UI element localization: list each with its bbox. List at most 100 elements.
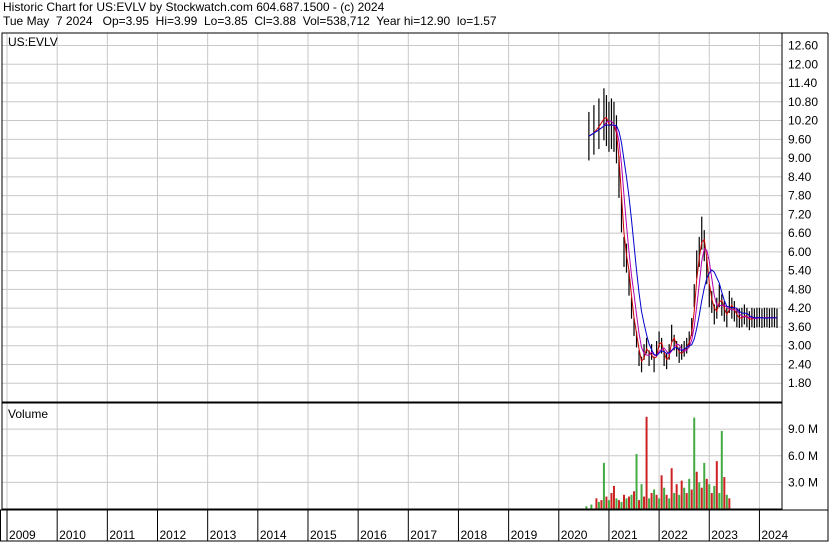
year-tick-label: 2016	[360, 528, 387, 542]
volume-tick-label: 3.0 M	[788, 475, 818, 489]
volume-bar	[685, 493, 688, 509]
price-tick-label: 8.40	[788, 170, 812, 184]
volume-bar	[600, 500, 603, 509]
year-tick-label: 2009	[9, 528, 36, 542]
volume-bar	[695, 471, 698, 509]
volume-bar	[597, 501, 600, 509]
year-tick-label: 2018	[460, 528, 487, 542]
volume-bar	[698, 482, 701, 509]
volume-bar	[715, 461, 718, 509]
year-tick-label: 2011	[109, 528, 135, 542]
year-tick-label: 2020	[561, 528, 588, 542]
volume-bar	[635, 454, 638, 509]
volume-bar	[633, 491, 636, 509]
year-tick-label: 2017	[410, 528, 437, 542]
volume-bar	[683, 487, 686, 509]
price-tick-label: 3.60	[788, 320, 812, 334]
volume-tick-label: 6.0 M	[788, 449, 818, 463]
volume-bar	[630, 494, 633, 509]
volume-bar	[690, 489, 693, 509]
volume-bar	[655, 494, 658, 509]
volume-bar	[708, 484, 711, 509]
year-tick-label: 2023	[711, 528, 738, 542]
year-tick-label: 2019	[511, 528, 538, 542]
price-tick-label: 7.20	[788, 207, 812, 221]
volume-bar	[658, 498, 661, 509]
price-tick-label: 4.80	[788, 282, 812, 296]
volume-bar	[688, 478, 691, 509]
year-tick-label: 2010	[59, 528, 86, 542]
price-tick-label: 6.00	[788, 245, 812, 259]
volume-bar	[713, 485, 716, 509]
year-tick-label: 2013	[210, 528, 237, 542]
price-tick-label: 2.40	[788, 357, 812, 371]
volume-bar	[602, 462, 605, 509]
volume-bar	[720, 430, 723, 509]
price-panel-frame	[1, 32, 783, 403]
price-panel-label: US:EVLV	[8, 35, 58, 49]
price-tick-label: 10.20	[788, 114, 818, 128]
price-tick-label: 5.40	[788, 264, 812, 278]
volume-bar	[678, 494, 681, 509]
price-tick-label: 6.60	[788, 226, 812, 240]
volume-bar	[628, 496, 631, 509]
volume-bar	[705, 478, 708, 509]
volume-bar	[617, 500, 620, 509]
volume-bar	[693, 417, 696, 509]
volume-bar	[610, 493, 613, 509]
volume-tick-label: 9.0 M	[788, 422, 818, 436]
volume-bar	[653, 489, 656, 509]
price-tick-label: 7.80	[788, 189, 812, 203]
stock-chart: 12.60 12.00 11.40 10.80 10.20 9.60 9.00 8.40 7.8…	[0, 32, 829, 542]
price-tick-label: 12.60	[788, 39, 818, 53]
volume-bar	[703, 462, 706, 509]
moving-averages	[588, 116, 778, 363]
price-tick-label: 3.00	[788, 339, 812, 353]
volume-bar	[643, 496, 646, 509]
ma-long-line	[588, 124, 778, 357]
volume-panel-label: Volume	[8, 407, 48, 421]
volume-bar	[650, 493, 653, 509]
ma-mid-line	[588, 120, 778, 357]
year-tick-label: 2024	[761, 528, 788, 542]
volume-bar	[638, 500, 641, 509]
price-tick-label: 1.80	[788, 376, 812, 390]
year-tick-label: 2014	[260, 528, 287, 542]
volume-bar	[723, 477, 726, 509]
volume-bar	[625, 498, 628, 509]
volume-bar	[605, 496, 608, 509]
volume-bar	[728, 498, 731, 509]
ma-short-line	[588, 116, 778, 363]
volume-bar	[660, 475, 663, 509]
price-tick-label: 11.40	[788, 76, 817, 90]
volume-bars	[585, 416, 731, 509]
volume-bar	[670, 468, 673, 509]
volume-bar	[590, 504, 593, 509]
volume-bar	[680, 480, 683, 509]
volume-bar	[607, 500, 610, 509]
volume-bar	[640, 484, 643, 509]
volume-bar	[663, 487, 666, 509]
price-tick-label: 4.20	[788, 301, 812, 315]
year-tick-label: 2021	[611, 528, 638, 542]
price-tick-label: 9.00	[788, 151, 812, 165]
volume-bar	[700, 487, 703, 509]
volume-bar	[675, 484, 678, 509]
volume-bar	[620, 501, 623, 509]
volume-bar	[665, 494, 668, 509]
volume-bar	[648, 498, 651, 509]
volume-bar	[595, 498, 598, 509]
price-tick-label: 10.80	[788, 95, 818, 109]
volume-bar	[622, 494, 625, 509]
price-tick-label: 9.60	[788, 132, 812, 146]
volume-bar	[615, 498, 618, 509]
volume-bar	[673, 493, 676, 509]
volume-bar	[710, 493, 713, 509]
volume-bar	[725, 494, 728, 509]
volume-bar	[645, 416, 648, 509]
volume-bar	[668, 498, 671, 509]
price-tick-label: 12.00	[788, 57, 818, 71]
year-tick-label: 2022	[661, 528, 688, 542]
price-grid	[2, 33, 782, 402]
year-tick-label: 2015	[310, 528, 337, 542]
